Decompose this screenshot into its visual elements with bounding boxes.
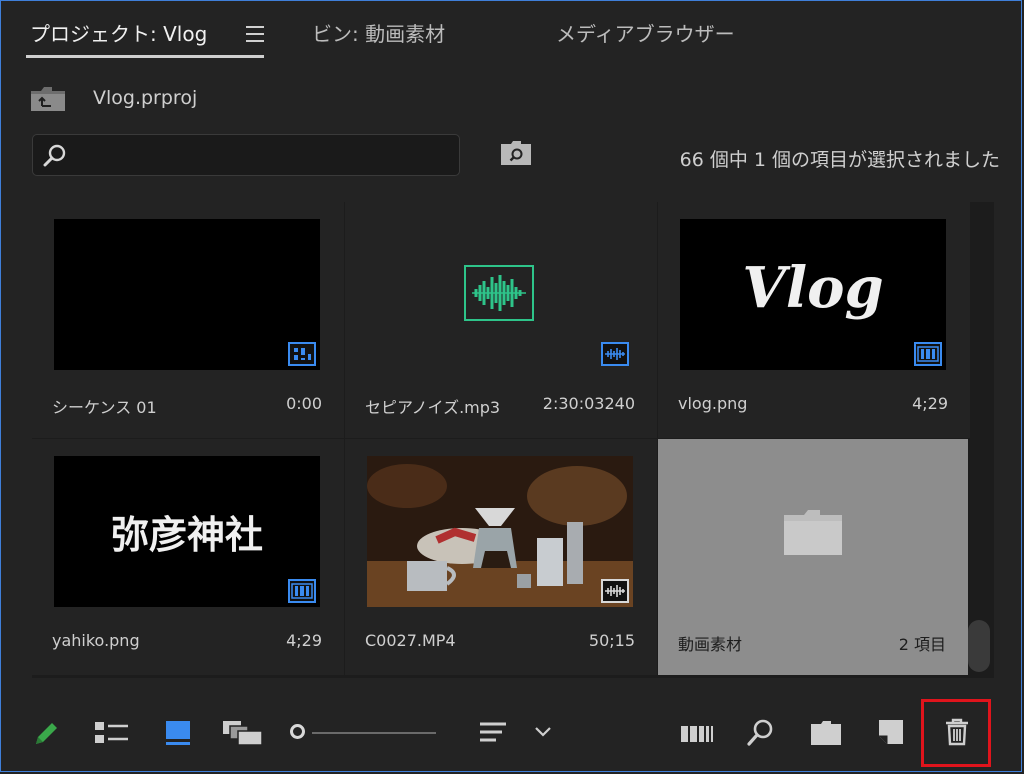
item-name: シーケンス 01 <box>52 398 157 417</box>
find-icon[interactable] <box>746 718 774 748</box>
trash-icon[interactable] <box>944 718 970 746</box>
freeform-view-icon[interactable] <box>222 720 264 746</box>
item-duration: 2 項目 <box>898 635 946 654</box>
audio-icon <box>601 342 629 366</box>
audio-icon <box>601 579 629 603</box>
scrollbar-thumb[interactable] <box>968 620 990 672</box>
coffee-photo <box>367 456 633 607</box>
list-view-icon[interactable] <box>94 720 130 746</box>
thumbnail-sequence <box>54 219 320 370</box>
panel-menu-icon[interactable] <box>246 26 264 47</box>
item-thumbnail[interactable]: 弥彦神社 yahiko.png 4;29 <box>32 439 344 675</box>
thumbnail-audio <box>367 219 633 370</box>
item-name: vlog.png <box>678 394 748 413</box>
thumbnail-image: Vlog <box>680 219 946 370</box>
selection-status: 66 個中 1 個の項目が選択されました <box>679 149 1000 171</box>
thumbnail-text: 弥彦神社 <box>110 513 263 557</box>
item-grid: シーケンス 01 0:00 セピアノイズ.mp3 2:30:03240 Vlog… <box>32 202 994 678</box>
pencil-icon[interactable] <box>30 718 62 750</box>
film-icon <box>914 342 942 366</box>
item-name: C0027.MP4 <box>365 631 456 650</box>
tab-media-browser[interactable]: メディアブラウザー <box>556 18 735 47</box>
item-duration: 2:30:03240 <box>542 394 635 413</box>
film-icon <box>288 579 316 603</box>
item-thumbnail[interactable]: セピアノイズ.mp3 2:30:03240 <box>345 202 657 438</box>
zoom-slider-track[interactable] <box>312 732 436 734</box>
search-field[interactable] <box>32 134 460 177</box>
zoom-slider-thumb[interactable] <box>290 724 305 739</box>
item-thumbnail[interactable]: C0027.MP4 50;15 <box>345 439 657 675</box>
item-thumbnail[interactable]: Vlog vlog.png 4;29 <box>658 202 970 438</box>
icon-view-icon[interactable] <box>164 719 192 747</box>
item-name: セピアノイズ.mp3 <box>365 398 501 417</box>
item-duration: 0:00 <box>286 394 322 413</box>
tab-bin[interactable]: ビン: 動画素材 <box>312 18 445 47</box>
chevron-down-icon[interactable] <box>534 726 552 738</box>
item-thumbnail[interactable]: シーケンス 01 0:00 <box>32 202 344 438</box>
audio-waveform-icon <box>464 265 534 321</box>
active-tab-indicator <box>26 55 264 58</box>
item-thumbnail-selected[interactable]: 動画素材 2 項目 <box>658 439 968 675</box>
sort-icon[interactable] <box>478 720 508 746</box>
thumbnail-text: Vlog <box>742 255 884 321</box>
thumbnail-image: 弥彦神社 <box>54 456 320 607</box>
find-in-bin-icon[interactable] <box>500 140 532 170</box>
item-name: yahiko.png <box>52 631 140 650</box>
item-duration: 4;29 <box>286 631 322 650</box>
thumbnail-video <box>367 456 633 607</box>
search-icon <box>43 144 66 167</box>
new-bin-icon[interactable] <box>810 720 842 746</box>
search-input[interactable] <box>77 135 451 177</box>
automate-to-sequence-icon[interactable] <box>680 724 714 744</box>
item-duration: 4;29 <box>912 394 948 413</box>
new-item-icon[interactable] <box>877 718 905 746</box>
item-duration: 50;15 <box>588 631 635 650</box>
project-file-name: Vlog.prproj <box>93 87 198 109</box>
sequence-icon <box>288 342 316 366</box>
item-name: 動画素材 <box>678 635 743 654</box>
tab-project[interactable]: プロジェクト: Vlog <box>30 18 207 47</box>
folder-icon <box>784 510 842 555</box>
up-folder-icon[interactable] <box>30 85 66 117</box>
